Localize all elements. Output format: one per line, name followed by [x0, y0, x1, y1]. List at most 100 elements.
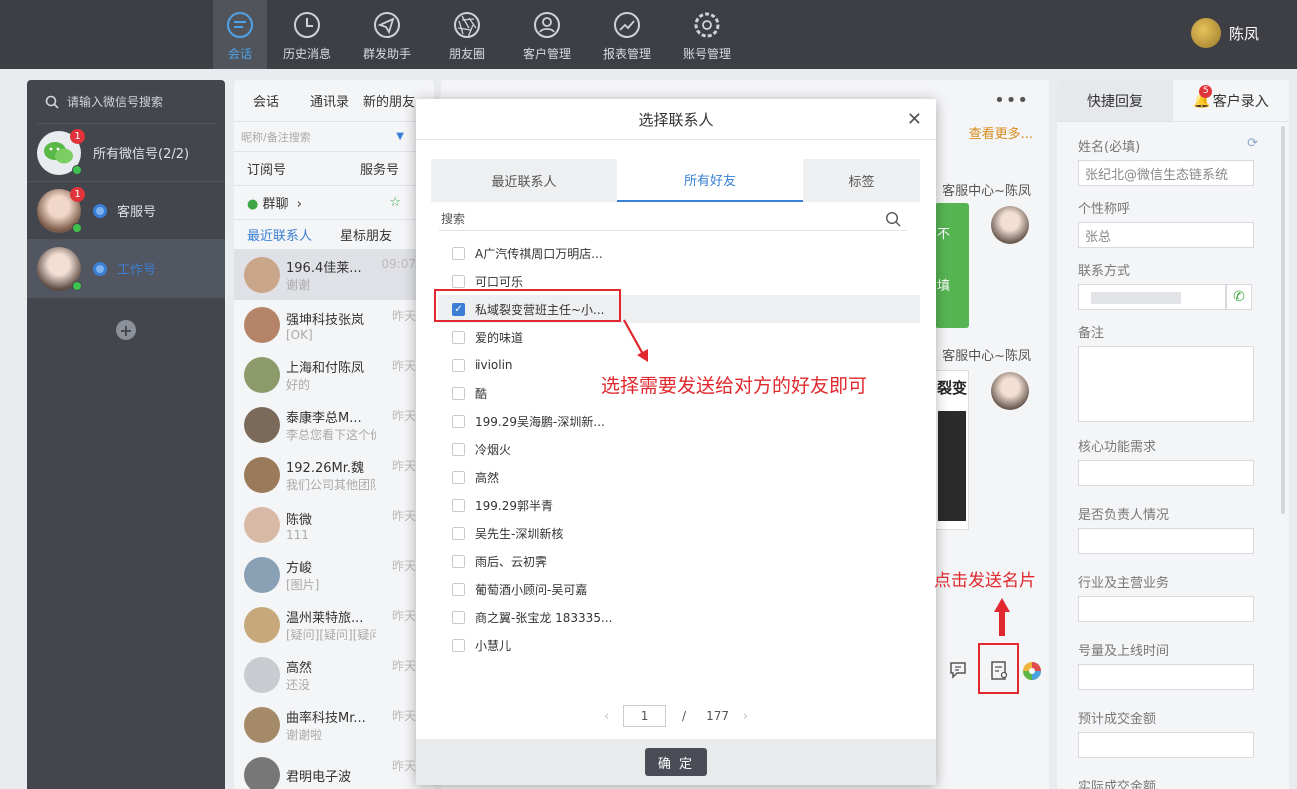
- group-chat-row[interactable]: ● 群聊 › ☆: [234, 186, 434, 220]
- contact-checkbox[interactable]: [452, 246, 465, 260]
- contact-field[interactable]: [1078, 284, 1226, 310]
- chat-item[interactable]: 196.4佳莱... 谢谢 09:07: [234, 250, 434, 300]
- nav-item-history[interactable]: 历史消息: [267, 0, 347, 69]
- contact-checkbox[interactable]: [452, 274, 465, 288]
- contact-checkbox[interactable]: [452, 526, 465, 540]
- name-field[interactable]: 张纪北@微信生态链系统: [1078, 160, 1254, 186]
- subscription-row[interactable]: 订阅号 服务号: [234, 152, 434, 186]
- nickname-field[interactable]: 张总: [1078, 222, 1254, 248]
- chat-item[interactable]: 温州莱特旅... [疑问][疑问][疑问][... 昨天: [234, 600, 434, 650]
- chat-item[interactable]: 陈微 111 昨天: [234, 500, 434, 550]
- group-chat-icon: ●: [247, 197, 259, 212]
- remark-field[interactable]: [1078, 346, 1254, 422]
- contact-item[interactable]: 吴先生-深圳新核: [438, 519, 920, 547]
- contact-checkbox[interactable]: [452, 330, 465, 344]
- contact-item[interactable]: 小慧儿: [438, 631, 920, 659]
- contact-checkbox[interactable]: [452, 582, 465, 596]
- tab-recent-contacts[interactable]: 最近联系人: [431, 159, 617, 202]
- contact-item[interactable]: 商之翼-张宝龙 183335...: [438, 603, 920, 631]
- refresh-icon[interactable]: ⟳: [1247, 136, 1258, 154]
- tab-sessions[interactable]: 会话: [234, 91, 291, 110]
- core-need-field[interactable]: [1078, 460, 1254, 486]
- chat-preview: 谢谢: [286, 278, 311, 292]
- phone-icon[interactable]: ✆: [1226, 284, 1252, 310]
- contact-checkbox[interactable]: [452, 470, 465, 484]
- annotation-highlight-box: [978, 643, 1019, 694]
- account-item-all[interactable]: 1 所有微信号(2/2): [27, 124, 225, 182]
- nav-item-customers[interactable]: 客户管理: [507, 0, 587, 69]
- aperture-icon[interactable]: [1021, 660, 1043, 682]
- confirm-button[interactable]: 确 定: [645, 748, 707, 776]
- page-input[interactable]: 1: [623, 705, 667, 727]
- contact-checkbox[interactable]: [452, 638, 465, 652]
- chat-item[interactable]: 强坤科技张岚 [OK] 昨天: [234, 300, 434, 350]
- search-icon[interactable]: [885, 211, 901, 227]
- tab-contacts[interactable]: 通讯录: [291, 91, 361, 110]
- contact-checkbox[interactable]: [452, 442, 465, 456]
- contact-checkbox[interactable]: [452, 414, 465, 428]
- dropdown-arrow-icon[interactable]: ▼: [396, 131, 404, 142]
- chat-text: 192.26Mr.魏我们公司其他团队...: [286, 457, 376, 493]
- contact-search-input[interactable]: 搜索: [439, 207, 907, 231]
- industry-field[interactable]: [1078, 596, 1254, 622]
- contact-checkbox[interactable]: [452, 386, 465, 400]
- account-search[interactable]: 请输入微信号搜索: [37, 80, 215, 124]
- nav-item-reports[interactable]: 报表管理: [587, 0, 667, 69]
- service-label[interactable]: 服务号: [360, 159, 399, 178]
- nav-item-accounts[interactable]: 账号管理: [667, 0, 747, 69]
- chat-item[interactable]: 高然 还没 昨天: [234, 650, 434, 700]
- comment-icon[interactable]: [949, 661, 971, 681]
- contact-checkbox[interactable]: [452, 554, 465, 568]
- avatar: [244, 357, 280, 393]
- contact-item[interactable]: 199.29吴海鹏-深圳新...: [438, 407, 920, 435]
- chat-filter-input[interactable]: 昵称/备注搜索 ▼: [234, 122, 434, 152]
- chat-item[interactable]: 泰康李总M... 李总您看下这个价... 昨天: [234, 400, 434, 450]
- contact-name: A广汽传祺周口万明店...: [475, 246, 603, 261]
- owner-field[interactable]: [1078, 528, 1254, 554]
- contact-checkbox[interactable]: [452, 610, 465, 624]
- tab-customer-entry[interactable]: 🔔 5 客户录入: [1173, 80, 1289, 121]
- contact-item[interactable]: 冷烟火: [438, 435, 920, 463]
- deal-amount-field[interactable]: [1078, 732, 1254, 758]
- chat-item[interactable]: 君明电子波 昨天: [234, 750, 434, 789]
- nav-item-chat[interactable]: 会话: [213, 0, 267, 69]
- chat-item[interactable]: 方峻 [图片] 昨天: [234, 550, 434, 600]
- chat-list-panel: 会话 通讯录 新的朋友 昵称/备注搜索 ▼ 订阅号 服务号 ● 群聊 › ☆ 最…: [234, 80, 434, 789]
- tab-tags[interactable]: 标签: [803, 159, 920, 202]
- contact-item[interactable]: A广汽传祺周口万明店...: [438, 239, 920, 267]
- nav-item-moments[interactable]: 朋友圈: [427, 0, 507, 69]
- numbers-field[interactable]: [1078, 664, 1254, 690]
- chat-time: 昨天: [391, 559, 416, 573]
- contact-item[interactable]: 199.29郭半青: [438, 491, 920, 519]
- contact-item[interactable]: 葡萄酒小顾问-吴可嘉: [438, 575, 920, 603]
- tab-quick-reply[interactable]: 快捷回复: [1057, 80, 1173, 121]
- next-page-icon[interactable]: ›: [743, 709, 748, 723]
- tab-all-friends[interactable]: 所有好友: [617, 159, 803, 202]
- chat-item[interactable]: 上海和付陈凤 好的 昨天: [234, 350, 434, 400]
- account-item-service[interactable]: 1 客服号: [27, 182, 225, 240]
- scrollbar[interactable]: [1281, 126, 1285, 514]
- chat-item[interactable]: 192.26Mr.魏我们公司其他团队... 昨天: [234, 450, 434, 500]
- contact-checkbox[interactable]: [452, 358, 465, 372]
- message-bubble[interactable]: 不 填: [935, 203, 969, 328]
- avatar: [244, 557, 280, 593]
- prev-page-icon[interactable]: ‹: [604, 709, 609, 723]
- tab-starred[interactable]: 星标朋友: [340, 225, 392, 244]
- account-item-work[interactable]: 工作号: [27, 240, 225, 298]
- tab-recent[interactable]: 最近联系人: [247, 225, 312, 244]
- contact-item[interactable]: 爱的味道: [438, 323, 920, 351]
- contact-checkbox[interactable]: [452, 498, 465, 512]
- contact-item[interactable]: 雨后、云初霁: [438, 547, 920, 575]
- user-profile[interactable]: 陈凤: [1190, 18, 1259, 48]
- add-account-button[interactable]: +: [116, 320, 136, 340]
- chat-item[interactable]: 曲率科技Mr... 谢谢啦 昨天: [234, 700, 434, 750]
- account-label: 所有微信号(2/2): [93, 147, 190, 162]
- chat-name: 温州莱特旅...: [286, 611, 364, 626]
- look-more-link[interactable]: 查看更多...: [969, 123, 1033, 142]
- more-options-button[interactable]: •••: [994, 90, 1029, 111]
- contact-item[interactable]: 高然: [438, 463, 920, 491]
- star-icon[interactable]: ☆: [389, 195, 401, 210]
- close-icon[interactable]: ✕: [907, 109, 922, 130]
- card-message[interactable]: 裂变: [935, 370, 969, 530]
- nav-item-broadcast[interactable]: 群发助手: [347, 0, 427, 69]
